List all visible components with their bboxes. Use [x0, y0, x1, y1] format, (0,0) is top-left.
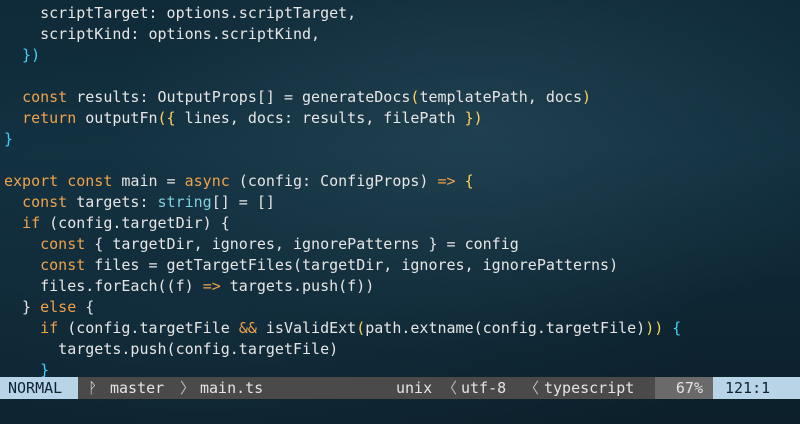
code-line: })	[4, 45, 40, 66]
code-line: files.forEach((f) => targets.push(f))	[4, 276, 374, 297]
status-separator: 〈	[442, 379, 458, 397]
code-token: export	[4, 172, 59, 190]
code-token: (config.targetDir) {	[40, 214, 230, 232]
code-token: targets.push(f))	[220, 277, 375, 295]
code-line: return outputFn({ lines, docs: results, …	[4, 108, 483, 129]
code-token: files.forEach((f)	[4, 277, 203, 295]
cursor-position: 121:1	[713, 377, 800, 399]
code-token: { targetDir, ignores, ignorePatterns } =…	[85, 235, 519, 253]
code-editor[interactable]: scriptTarget: options.scriptTarget, scri…	[0, 0, 800, 379]
code-token: })	[464, 109, 483, 127]
mode-indicator: NORMAL	[0, 377, 78, 399]
code-line: } else {	[4, 297, 94, 318]
code-line: scriptTarget: options.scriptTarget,	[4, 3, 356, 24]
code-token: return	[22, 109, 77, 127]
file-encoding: utf-8	[461, 379, 507, 397]
git-branch-icon: ᚹ	[88, 379, 98, 397]
code-token: )	[582, 88, 592, 106]
code-token: if	[22, 214, 41, 232]
code-token: ({	[157, 109, 176, 127]
code-line: export const main = async (config: Confi…	[4, 171, 474, 192]
code-line: const files = getTargetFiles(targetDir, …	[4, 255, 618, 276]
code-line: scriptKind: options.scriptKind,	[4, 24, 320, 45]
code-token: generateDocs	[302, 88, 411, 106]
scroll-percent: 67%	[655, 377, 713, 399]
code-line: targets.push(config.targetFile)	[4, 339, 338, 360]
code-token: files = getTargetFiles(targetDir, ignore…	[85, 256, 619, 274]
code-token: scriptTarget: options.scriptTarget,	[4, 4, 357, 22]
code-line: const targets: string[] = []	[4, 192, 275, 213]
code-token: scriptKind: options.scriptKind,	[4, 25, 321, 43]
code-token: {	[455, 172, 474, 190]
code-token: path.extname(config.targetFile)	[365, 319, 646, 337]
code-token: })	[4, 46, 41, 64]
code-token: ))	[645, 319, 664, 337]
code-token: }	[4, 130, 14, 148]
git-branch-name: master	[110, 379, 165, 397]
code-line: const results: OutputProps[] = generateD…	[4, 87, 591, 108]
code-token: main =	[112, 172, 185, 190]
code-token: &&	[238, 319, 257, 337]
code-token: if	[40, 319, 59, 337]
command-line[interactable]	[0, 399, 800, 424]
code-line: if (config.targetFile && isValidExt(path…	[4, 318, 681, 339]
code-token: async	[184, 172, 230, 190]
code-token: (config.targetFile	[58, 319, 239, 337]
code-token: =	[274, 88, 303, 106]
code-token: const	[40, 235, 86, 253]
code-token: {	[76, 298, 95, 316]
code-token: targets.push(config.targetFile)	[4, 340, 339, 358]
code-token: templatePath, docs	[419, 88, 582, 106]
code-token: (	[356, 319, 366, 337]
code-token: const	[67, 172, 113, 190]
code-token: }	[4, 298, 41, 316]
file-type: typescript	[544, 379, 635, 397]
code-line: }	[4, 129, 13, 150]
code-token: isValidExt	[256, 319, 357, 337]
code-token: [] = []	[211, 193, 275, 211]
code-token: lines, docs: results, filePath	[175, 109, 465, 127]
code-token: string	[157, 193, 212, 211]
file-name: main.ts	[200, 379, 264, 397]
code-token: =>	[202, 277, 221, 295]
code-token: else	[40, 298, 77, 316]
code-token: =>	[437, 172, 456, 190]
file-format: unix	[396, 379, 433, 397]
breadcrumb-separator: 〉	[180, 379, 196, 397]
code-token: const	[22, 88, 68, 106]
statusline: NORMAL ᚹ master 〉 main.ts unix 〈 utf-8 〈…	[0, 377, 800, 399]
code-token: (config: ConfigProps)	[229, 172, 438, 190]
code-token: const	[40, 256, 86, 274]
code-token: {	[663, 319, 682, 337]
code-line: if (config.targetDir) {	[4, 213, 230, 234]
code-token: results:	[67, 88, 158, 106]
code-token: outputFn	[76, 109, 158, 127]
code-line: const { targetDir, ignores, ignorePatter…	[4, 234, 519, 255]
code-token: const	[22, 193, 68, 211]
code-token: OutputProps[]	[157, 88, 275, 106]
code-token: targets:	[67, 193, 158, 211]
status-separator: 〈	[524, 379, 540, 397]
